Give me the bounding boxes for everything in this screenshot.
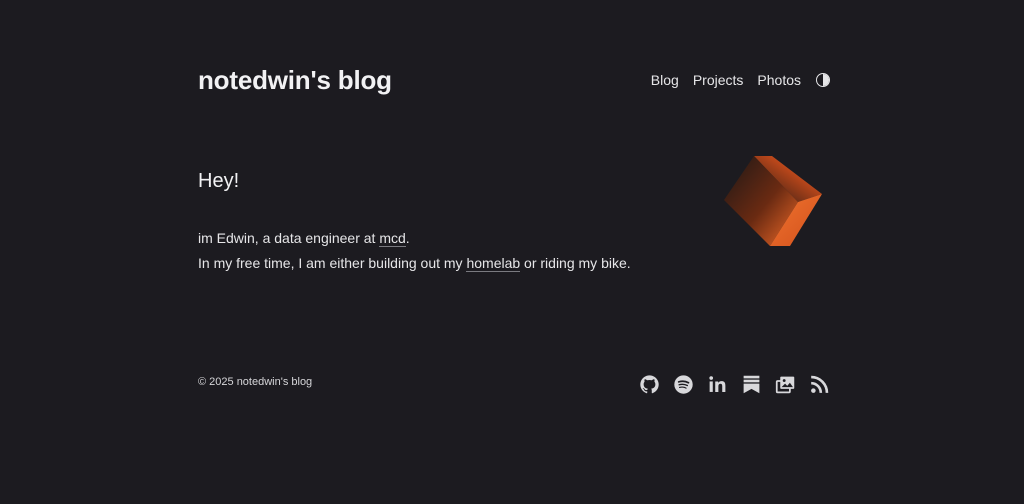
linkedin-icon[interactable] (707, 374, 728, 395)
rss-icon[interactable] (809, 374, 830, 395)
nav-blog[interactable]: Blog (651, 72, 679, 88)
header: notedwin's blog Blog Projects Photos (198, 62, 830, 98)
spotify-icon[interactable] (673, 374, 694, 395)
github-icon[interactable] (639, 374, 660, 395)
bio-line-1-suffix: . (405, 230, 410, 246)
main-nav: Blog Projects Photos (651, 72, 830, 88)
mcd-link[interactable]: mcd (379, 230, 406, 247)
bio-line-1-prefix: im Edwin, a data engineer at (198, 230, 380, 246)
cube-logo (724, 156, 822, 246)
bio: im Edwin, a data engineer at mcd. In my … (198, 226, 631, 276)
greeting-heading: Hey! (198, 170, 240, 192)
bio-line-2-prefix: In my free time, I am either building ou… (198, 255, 467, 271)
bookmarks-icon[interactable] (741, 374, 762, 395)
site-title[interactable]: notedwin's blog (198, 65, 392, 96)
bio-line-1: im Edwin, a data engineer at mcd. (198, 226, 631, 251)
copyright-text: © 2025 notedwin's blog (198, 376, 313, 388)
theme-toggle-icon[interactable] (816, 73, 830, 87)
page: notedwin's blog Blog Projects Photos Hey… (0, 0, 1024, 504)
nav-photos[interactable]: Photos (757, 72, 801, 88)
bio-line-2: In my free time, I am either building ou… (198, 251, 631, 276)
nav-projects[interactable]: Projects (693, 72, 744, 88)
social-links (639, 374, 830, 395)
photos-icon[interactable] (775, 374, 796, 395)
homelab-link[interactable]: homelab (466, 255, 521, 272)
bio-line-2-suffix: or riding my bike. (520, 255, 631, 271)
